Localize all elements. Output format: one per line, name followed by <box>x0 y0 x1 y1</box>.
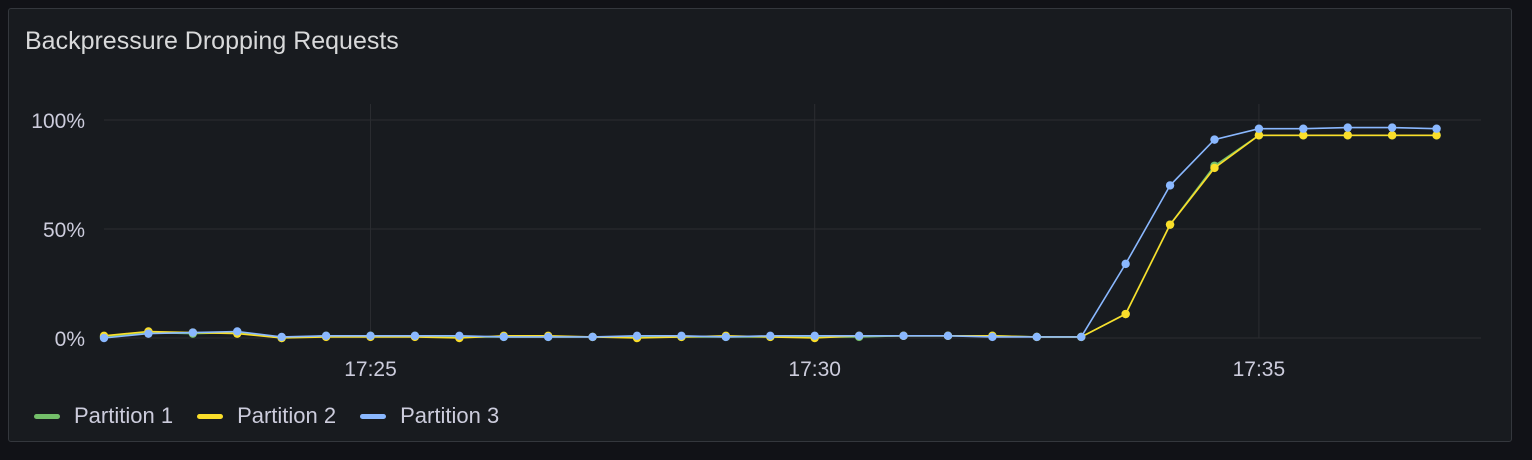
series-line <box>103 126 1437 339</box>
data-point <box>233 327 242 336</box>
legend-swatch <box>197 413 224 419</box>
series-2 <box>99 131 1441 343</box>
series-3 <box>99 123 1441 343</box>
x-tick-label: 17:25 <box>344 358 397 381</box>
line-chart: 0% 50% 100% 17:25 17:30 17:35 <box>31 104 1481 381</box>
legend-label: Partition 1 <box>74 403 174 428</box>
y-tick-label: 50% <box>43 219 85 242</box>
data-point <box>366 331 375 341</box>
data-point <box>1387 131 1397 140</box>
data-point <box>1121 259 1130 269</box>
data-point <box>1165 181 1175 190</box>
data-point <box>677 331 686 341</box>
legend-item-partition-2[interactable]: Partition 2 <box>197 403 336 429</box>
y-tick-label: 0% <box>55 328 85 351</box>
chart-panel: Backpressure Dropping Requests 0% 50% 100%… <box>8 8 1512 442</box>
data-point <box>854 331 864 341</box>
data-point <box>1121 309 1130 319</box>
data-point <box>1210 135 1219 144</box>
data-point <box>543 332 553 342</box>
data-point <box>1032 332 1042 342</box>
data-point <box>321 331 331 341</box>
legend: Partition 1 Partition 2 Partition 3 <box>34 403 499 429</box>
x-tick-label: 17:30 <box>788 358 841 381</box>
data-point <box>144 329 153 338</box>
data-point <box>1299 124 1308 133</box>
data-point <box>1343 131 1352 140</box>
series-1 <box>99 131 1441 343</box>
data-point <box>455 331 464 341</box>
legend-item-partition-1[interactable]: Partition 1 <box>34 403 173 429</box>
data-point <box>1432 124 1441 133</box>
series <box>99 123 1441 343</box>
data-point <box>943 331 953 341</box>
data-point <box>99 333 109 343</box>
data-point <box>632 331 642 341</box>
data-point <box>899 331 908 341</box>
legend-item-partition-3[interactable]: Partition 3 <box>360 403 499 429</box>
data-point <box>588 332 597 342</box>
data-point <box>721 332 731 342</box>
data-point <box>1077 332 1086 342</box>
legend-label: Partition 3 <box>400 403 500 428</box>
grid <box>104 104 1481 339</box>
data-point <box>766 331 775 341</box>
axes: 0% 50% 100% 17:25 17:30 17:35 <box>31 110 1285 381</box>
legend-swatch <box>360 413 387 419</box>
data-point <box>1165 220 1175 229</box>
series-line <box>103 134 1437 339</box>
data-point <box>810 331 819 341</box>
data-point <box>277 332 286 342</box>
data-point <box>988 332 997 342</box>
data-point <box>1343 123 1352 132</box>
data-point <box>410 331 420 341</box>
data-point <box>1210 163 1219 173</box>
data-point <box>1387 123 1397 132</box>
series-line <box>103 134 1437 339</box>
legend-swatch <box>34 413 60 419</box>
data-point <box>1254 124 1264 133</box>
y-tick-label: 100% <box>31 110 85 133</box>
x-tick-label: 17:35 <box>1233 358 1286 381</box>
legend-label: Partition 2 <box>237 403 337 428</box>
data-point <box>499 332 508 342</box>
data-point <box>188 328 198 337</box>
